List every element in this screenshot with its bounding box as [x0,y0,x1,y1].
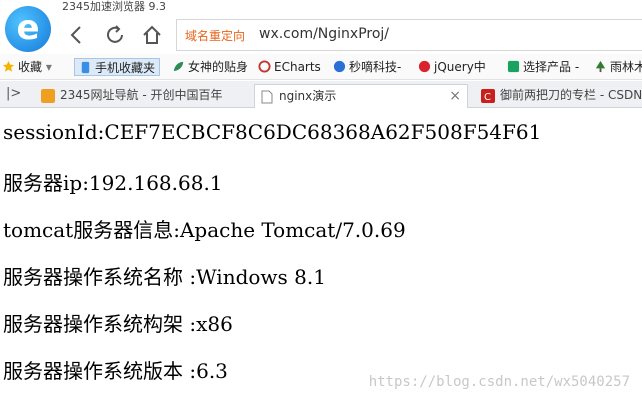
chevron-down-icon[interactable]: ▾ [46,60,52,74]
c-icon [507,60,520,73]
session-id-line: sessionId:CEF7ECBCF8C6DC68368A62F508F54F… [3,120,542,144]
bookmark-item[interactable]: 女神的贴身 [172,58,248,76]
tomcat-info-line: tomcat服务器信息:Apache Tomcat/7.0.69 [3,218,406,242]
home-icon [143,25,161,44]
csdn-icon: C [481,89,495,103]
watermark-text: https://blog.csdn.net/wx5040257 [368,374,630,390]
address-bar[interactable]: 域名重定向 wx.com/NginxProj/ [176,19,642,51]
browser-toolbar: e 2345加速浏览器 9.3 域名重定向 wx.com/NginxProj/ [0,0,642,54]
refresh-icon [107,25,123,43]
svg-text:C: C [484,92,491,103]
tab-nginx-demo[interactable]: nginx演示 × [254,84,468,108]
bookmark-item[interactable]: jQuery中 [418,58,486,76]
tree-icon [595,60,606,73]
phone-icon [81,61,90,74]
os-version-line: 服务器操作系统版本 :6.3 [3,359,228,383]
sidebar-toggle-icon[interactable]: |> [6,86,21,101]
home-button[interactable] [141,24,163,46]
refresh-button[interactable] [104,24,126,46]
logo-e-icon: e [16,8,40,48]
domain-redirect-label[interactable]: 域名重定向 [185,27,245,44]
echarts-icon [258,60,271,73]
leaf-icon [173,61,184,72]
star-icon [2,60,15,72]
os-name-line: 服务器操作系统名称 :Windows 8.1 [3,265,326,289]
browser-logo[interactable]: e [5,6,51,52]
bookmark-item[interactable]: ECharts [258,58,321,76]
tab-csdn-blog[interactable]: C 御前两把刀的专栏 - CSDN [476,84,642,108]
tab-2345-navigation[interactable]: 2345网址导航 - 开创中国百年 [36,84,250,108]
bookmark-item[interactable]: 雨林木 [594,58,642,76]
window-title: 2345加速浏览器 9.3 [62,0,166,13]
tab-bar: |> 2345网址导航 - 开创中国百年 nginx演示 × C 御前两把刀的专… [0,81,642,108]
bookmark-mobile-favorites[interactable]: 手机收藏夹 [74,58,161,76]
bookmarks-bar: 收藏 ▾ 手机收藏夹 女神的贴身 ECharts 秒嘀科技- jQuery中 选… [0,54,642,80]
bookmark-item[interactable]: 选择产品 - [507,58,579,76]
bird-icon [333,60,346,73]
close-tab-icon[interactable]: × [449,85,461,107]
back-button[interactable] [66,24,88,46]
jquery-icon [418,60,431,73]
page-icon [261,90,273,104]
bookmark-favorites[interactable]: 收藏 ▾ [2,58,52,76]
2345-icon [41,89,55,103]
os-arch-line: 服务器操作系统构架 :x86 [3,312,233,336]
bookmark-item[interactable]: 秒嘀科技- [333,58,401,76]
url-input[interactable]: wx.com/NginxProj/ [259,26,389,42]
server-ip-line: 服务器ip:192.168.68.1 [3,171,223,195]
back-arrow-icon [70,26,81,44]
page-content: sessionId:CEF7ECBCF8C6DC68368A62F508F54F… [0,108,642,400]
